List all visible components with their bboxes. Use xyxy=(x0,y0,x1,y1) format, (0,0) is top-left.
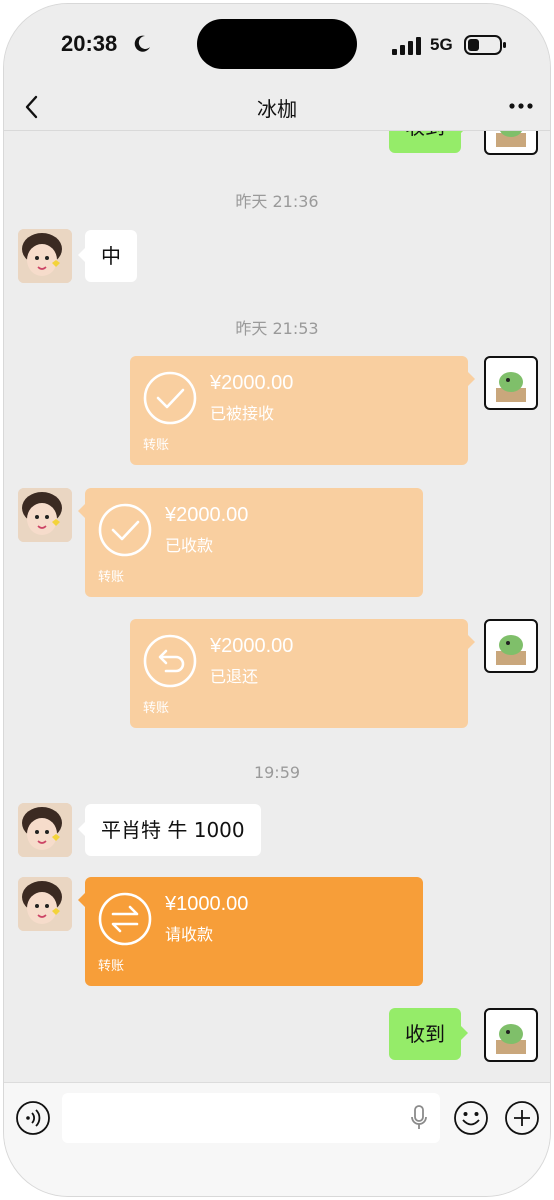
my-avatar-image xyxy=(496,131,526,147)
transfer-label: 转账 xyxy=(143,701,170,716)
my-avatar-image xyxy=(496,635,526,665)
transfer-card[interactable]: ¥2000.00 已退还 转账 xyxy=(130,619,475,728)
more-icon[interactable] xyxy=(508,102,534,110)
my-avatar[interactable] xyxy=(484,356,538,410)
timestamp: 昨天 21:53 xyxy=(235,319,319,338)
transfer-status: 已被接收 xyxy=(210,404,275,423)
transfer-card[interactable]: ¥2000.00 已被接收 转账 xyxy=(130,356,475,465)
my-avatar-image xyxy=(496,372,526,402)
message-input[interactable] xyxy=(62,1093,440,1143)
contact-avatar[interactable] xyxy=(18,488,72,542)
received-text-bubble[interactable]: 中 xyxy=(78,230,137,282)
network-type: 5G xyxy=(430,35,453,54)
chat-title: 冰枷 xyxy=(257,97,297,121)
emoji-icon[interactable] xyxy=(453,1100,489,1136)
my-avatar[interactable] xyxy=(484,1008,538,1062)
contact-avatar-image xyxy=(18,803,72,857)
contact-avatar-image xyxy=(18,877,72,931)
my-avatar[interactable] xyxy=(484,619,538,673)
return-icon xyxy=(143,634,197,688)
transfer-label: 转账 xyxy=(143,438,170,453)
message-text: 收到 xyxy=(405,1022,445,1046)
contact-avatar[interactable] xyxy=(18,877,72,931)
message-text: 平肖特 牛 1000 xyxy=(101,818,245,842)
message-list[interactable]: 收到 昨天 21:36 中 昨天 21:53 xyxy=(4,131,550,1081)
my-avatar-image xyxy=(496,1024,526,1054)
transfer-status: 请收款 xyxy=(165,925,214,944)
voice-icon[interactable] xyxy=(15,1100,51,1136)
moon-icon xyxy=(134,35,150,52)
check-circle-icon xyxy=(98,503,152,557)
timestamp: 昨天 21:36 xyxy=(235,192,319,211)
sent-text-bubble[interactable]: 收到 xyxy=(389,1008,468,1060)
transfer-card-pending[interactable]: ¥1000.00 请收款 转账 xyxy=(78,877,423,986)
message-text: 中 xyxy=(101,244,121,268)
timestamp: 19:59 xyxy=(253,763,301,782)
status-time: 20:38 xyxy=(61,31,118,56)
transfer-status: 已收款 xyxy=(165,536,214,555)
check-circle-icon xyxy=(143,371,197,425)
received-text-bubble[interactable]: 平肖特 牛 1000 xyxy=(78,804,261,856)
battery-icon xyxy=(464,35,506,55)
mic-icon[interactable] xyxy=(410,1105,428,1131)
plus-icon[interactable] xyxy=(504,1100,540,1136)
signal-icon xyxy=(392,37,421,55)
message-text: 收到 xyxy=(405,131,445,139)
transfer-amount: ¥2000.00 xyxy=(210,372,294,394)
transfer-icon xyxy=(98,892,152,946)
dynamic-island xyxy=(197,19,357,69)
contact-avatar-image xyxy=(18,229,72,283)
transfer-amount: ¥2000.00 xyxy=(210,635,294,657)
my-avatar[interactable] xyxy=(484,131,538,155)
sent-text-bubble[interactable]: 收到 xyxy=(389,131,468,153)
phone-screen: 20:38 5G 冰枷 收到 xyxy=(4,4,550,1196)
transfer-amount: ¥1000.00 xyxy=(165,893,249,915)
status-bar: 20:38 5G xyxy=(4,4,550,84)
contact-avatar[interactable] xyxy=(18,229,72,283)
transfer-label: 转账 xyxy=(98,959,125,974)
contact-avatar-image xyxy=(18,488,72,542)
transfer-card[interactable]: ¥2000.00 已收款 转账 xyxy=(78,488,423,597)
input-bar xyxy=(4,1082,550,1196)
transfer-label: 转账 xyxy=(98,570,125,585)
transfer-amount: ¥2000.00 xyxy=(165,504,249,526)
contact-avatar[interactable] xyxy=(18,803,72,857)
transfer-status: 已退还 xyxy=(210,667,259,686)
chat-header: 冰枷 xyxy=(4,84,550,131)
